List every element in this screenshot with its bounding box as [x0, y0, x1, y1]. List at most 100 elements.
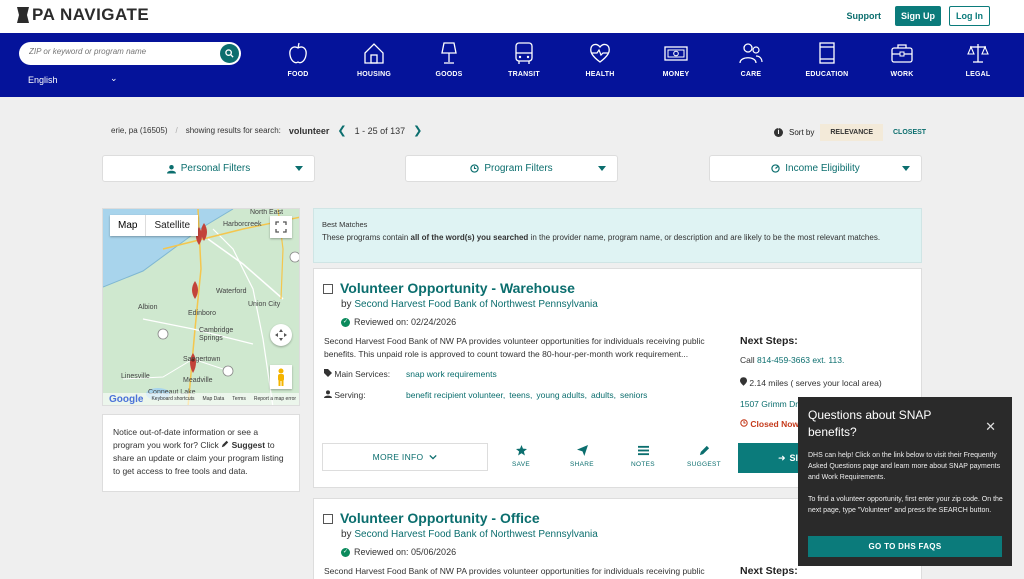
more-info-button[interactable]: MORE INFO — [322, 443, 488, 471]
result-range: 1 - 25 of 137 — [354, 125, 406, 136]
distance-text: 2.14 miles ( serves your local area) — [749, 378, 882, 388]
category-work[interactable]: WORK — [872, 41, 932, 78]
popup-title: Questions about SNAP benefits? — [808, 408, 932, 439]
search-button[interactable] — [220, 44, 239, 63]
action-label: SAVE — [511, 461, 531, 468]
serving-tag[interactable]: seniors — [620, 390, 647, 400]
provider-line: by Second Harvest Food Bank of Northwest… — [341, 299, 598, 310]
chevron-down-icon[interactable]: ⌄ — [110, 73, 118, 84]
search-box — [19, 42, 241, 65]
prev-page-icon[interactable]: ❮ — [337, 124, 346, 137]
log-in-button[interactable]: Log In — [949, 6, 990, 26]
dhs-faqs-button[interactable]: GO TO DHS FAQS — [808, 536, 1002, 557]
category-goods[interactable]: GOODS — [419, 41, 479, 78]
best-matches-text: in the provider name, program name, or d… — [530, 233, 881, 242]
top-bar: PA NAVIGATE Support Sign Up Log In — [0, 0, 1024, 33]
close-icon[interactable]: ✕ — [985, 419, 996, 435]
map-label: Saegertown — [183, 356, 221, 363]
save-action[interactable]: SAVE — [496, 445, 546, 468]
reviewed-text: Reviewed on: 02/24/2026 — [354, 317, 457, 327]
category-housing[interactable]: HOUSING — [344, 41, 404, 78]
serving-tag[interactable]: teens, — [509, 390, 532, 400]
best-matches-heading: Best Matches — [322, 220, 368, 229]
serving-tag[interactable]: young adults, — [536, 390, 587, 400]
language-select[interactable]: English — [28, 75, 58, 85]
house-icon — [364, 43, 384, 64]
category-health[interactable]: HEALTH — [570, 41, 630, 78]
pencil-icon — [699, 445, 709, 456]
sign-up-button[interactable]: Sign Up — [895, 6, 941, 26]
map-label: Meadville — [183, 377, 213, 384]
lamp-icon — [441, 42, 457, 64]
street-view-pegman[interactable] — [270, 365, 292, 389]
compare-checkbox[interactable] — [323, 284, 333, 294]
category-label: LEGAL — [965, 71, 991, 78]
map-footer-link[interactable]: Report a map error — [254, 396, 296, 402]
map-footer-link[interactable]: Terms — [232, 396, 246, 402]
caret-down-icon — [902, 166, 910, 171]
pencil-icon — [221, 440, 229, 448]
main-services-label: Main Services: — [324, 369, 396, 379]
share-action[interactable]: SHARE — [557, 445, 607, 468]
program-title[interactable]: Volunteer Opportunity - Warehouse — [340, 280, 575, 296]
person-icon — [324, 390, 332, 398]
service-tag[interactable]: snap work requirements — [406, 369, 497, 379]
by-label: by — [341, 529, 352, 540]
filter-label: Personal Filters — [180, 163, 251, 174]
clock-icon — [470, 164, 479, 173]
site-logo[interactable]: PA NAVIGATE — [16, 5, 149, 25]
personal-filters-dropdown[interactable]: Personal Filters — [102, 155, 315, 182]
bus-icon — [515, 42, 533, 64]
serving-tag[interactable]: benefit recipient volunteer, — [406, 390, 505, 400]
support-link[interactable]: Support — [847, 11, 882, 21]
map-pan-control[interactable] — [270, 324, 292, 346]
results-map[interactable]: Map Satellite North East Harborcreek Wat… — [102, 208, 300, 406]
category-label: TRANSIT — [508, 71, 540, 78]
program-filters-dropdown[interactable]: Program Filters — [405, 155, 618, 182]
category-care[interactable]: CARE — [721, 41, 781, 78]
program-title[interactable]: Volunteer Opportunity - Office — [340, 510, 540, 526]
map-footer-link[interactable]: Map Data — [203, 396, 225, 402]
showing-label: showing results for search: — [185, 126, 281, 135]
more-info-label: MORE INFO — [372, 452, 424, 462]
next-page-icon[interactable]: ❯ — [413, 124, 422, 137]
map-footer: Google Keyboard shortcuts Map Data Terms… — [103, 393, 299, 405]
map-label: Union City — [248, 301, 281, 308]
category-money[interactable]: MONEY — [646, 41, 706, 78]
search-input[interactable] — [29, 47, 209, 56]
closed-text: Closed Now — [750, 419, 800, 429]
map-footer-link[interactable]: Keyboard shortcuts — [151, 396, 194, 402]
suggest-link[interactable]: Suggest — [232, 440, 266, 450]
category-legal[interactable]: LEGAL — [948, 41, 1008, 78]
category-label: MONEY — [662, 71, 690, 78]
map-label: Albion — [138, 304, 158, 311]
provider-link[interactable]: Second Harvest Food Bank of Northwest Pe… — [354, 529, 597, 540]
fullscreen-button[interactable] — [270, 216, 292, 238]
clock-icon — [740, 419, 748, 427]
notes-action[interactable]: NOTES — [618, 445, 668, 468]
scales-icon — [967, 44, 989, 63]
sort-relevance[interactable]: RELEVANCE — [820, 124, 883, 141]
people-icon — [739, 43, 763, 64]
phone-link[interactable]: 814-459-3663 ext. 113. — [757, 355, 844, 365]
keystone-icon — [17, 7, 29, 23]
serving-tag[interactable]: adults, — [591, 390, 616, 400]
serving-row: Serving: benefit recipient volunteer, te… — [324, 390, 647, 400]
category-education[interactable]: EDUCATION — [797, 41, 857, 78]
map-type-toggle: Map Satellite — [110, 215, 199, 236]
category-food[interactable]: FOOD — [268, 41, 328, 78]
map-pin-icon — [740, 377, 747, 386]
map-label: Linesville — [121, 373, 150, 380]
category-transit[interactable]: TRANSIT — [494, 41, 554, 78]
map-toggle-satellite[interactable]: Satellite — [146, 215, 198, 236]
map-label: Waterford — [216, 288, 247, 295]
location-text[interactable]: erie, pa (16505) — [111, 126, 167, 135]
provider-link[interactable]: Second Harvest Food Bank of Northwest Pe… — [354, 299, 597, 310]
map-toggle-map[interactable]: Map — [110, 215, 147, 236]
sort-closest[interactable]: CLOSEST — [893, 129, 926, 136]
suggest-action[interactable]: SUGGEST — [679, 445, 729, 468]
income-eligibility-dropdown[interactable]: Income Eligibility — [709, 155, 922, 182]
results-breadcrumb: erie, pa (16505) / showing results for s… — [111, 124, 422, 137]
compare-checkbox[interactable] — [323, 514, 333, 524]
info-icon[interactable]: i — [774, 128, 783, 137]
